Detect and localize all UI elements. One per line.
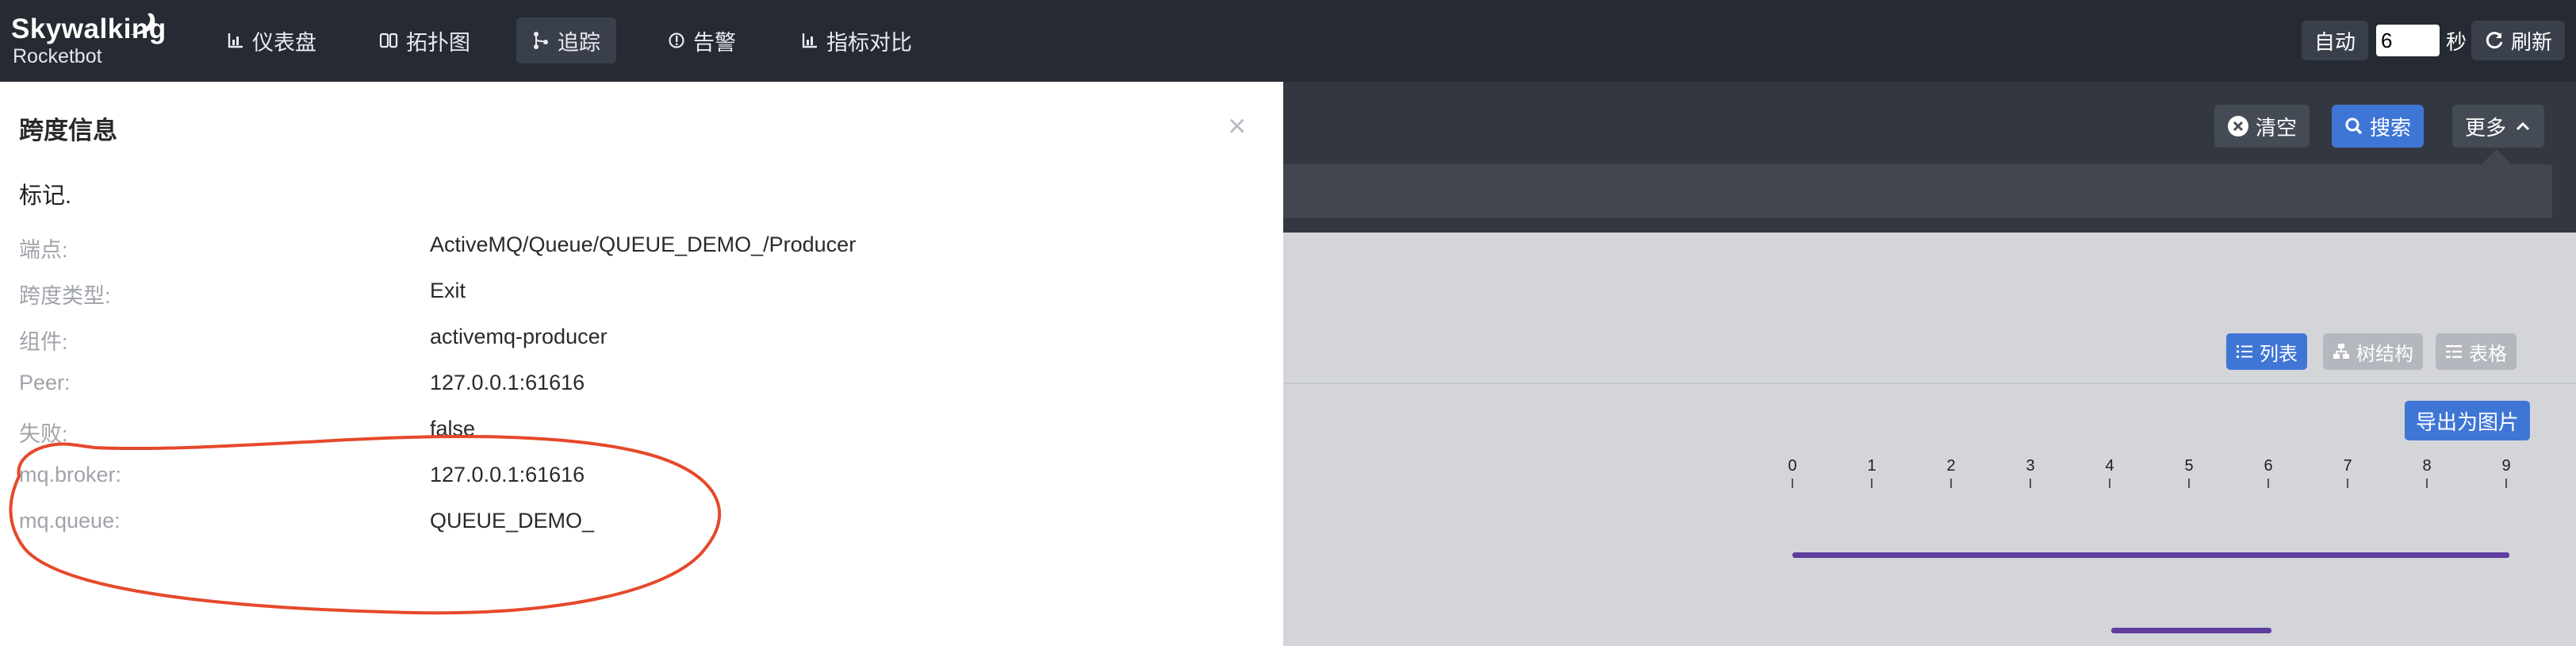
- clear-label: 清空: [2256, 115, 2298, 140]
- timeline-tick: 0: [1784, 457, 1800, 488]
- view-divider: [1283, 383, 2576, 384]
- search-label: 搜索: [2370, 115, 2412, 140]
- nav-metric-compare[interactable]: 指标对比: [785, 17, 928, 63]
- row-key: 失败:: [19, 422, 68, 446]
- interval-unit: 秒: [2446, 29, 2467, 54]
- more-label: 更多: [2465, 115, 2507, 140]
- auto-refresh-group: 自动 秒 刷新: [2302, 21, 2566, 60]
- row-key: 跨度类型:: [19, 284, 111, 308]
- list-icon: [2237, 345, 2252, 358]
- row-key: Peer:: [19, 371, 71, 394]
- nav-label: 仪表盘: [252, 30, 316, 55]
- row-value: ActiveMQ/Queue/QUEUE_DEMO_/Producer: [430, 233, 857, 256]
- brand-subtitle: Rocketbot: [13, 45, 102, 67]
- refresh-icon: [2486, 32, 2503, 49]
- logo-swirl-icon: [130, 13, 155, 35]
- alert-icon: [669, 33, 684, 48]
- row-key: mq.broker:: [19, 463, 122, 486]
- table-icon: [2446, 345, 2462, 358]
- timeline-tick: 8: [2419, 457, 2435, 488]
- table-label: 表格: [2469, 343, 2507, 365]
- row-value: false: [430, 417, 476, 440]
- nav-label: 拓扑图: [406, 30, 470, 55]
- chevron-up-icon: [2516, 121, 2530, 131]
- timeline-tick: 2: [1943, 457, 1959, 488]
- span-row-mq-queue: mq.queue: QUEUE_DEMO_: [0, 509, 1283, 540]
- span-row-peer: Peer: 127.0.0.1:61616: [0, 371, 1283, 402]
- row-value: 127.0.0.1:61616: [430, 371, 585, 394]
- span-detail-panel: 跨度信息 × 标记. 端点: ActiveMQ/Queue/QUEUE_DEMO…: [0, 82, 1283, 646]
- close-circle-icon: [2228, 116, 2248, 137]
- timeline-ruler: 0 1 2 3 4 5 6 7 8 9: [1777, 457, 2522, 489]
- search-icon: [2345, 117, 2363, 135]
- nav-label: 指标对比: [826, 30, 912, 55]
- timeline-tick: 4: [2102, 457, 2118, 488]
- timeline-tick: 6: [2260, 457, 2276, 488]
- refresh-interval-input[interactable]: [2376, 25, 2440, 56]
- more-button[interactable]: 更多: [2452, 105, 2545, 148]
- nav-alarm[interactable]: 告警: [652, 17, 752, 63]
- row-key: 组件:: [19, 330, 68, 354]
- view-tree-button[interactable]: 树结构: [2323, 333, 2423, 370]
- timeline-tick: 7: [2340, 457, 2356, 488]
- list-label: 列表: [2260, 343, 2298, 365]
- nav-label: 追踪: [558, 30, 600, 55]
- row-key: 端点:: [19, 238, 68, 262]
- nav-dashboard[interactable]: 仪表盘: [211, 17, 332, 63]
- nav-topology[interactable]: 拓扑图: [363, 17, 486, 63]
- tree-label: 树结构: [2356, 343, 2413, 365]
- timeline-tick: 3: [2022, 457, 2038, 488]
- nav-trace[interactable]: 追踪: [516, 17, 616, 63]
- chart-icon: [228, 33, 243, 48]
- trace-span-bar[interactable]: [2111, 628, 2271, 633]
- navbar: Skywalking Rocketbot 仪表盘 拓扑图 追踪 告警 指标对比 …: [0, 0, 2576, 82]
- search-button[interactable]: 搜索: [2332, 105, 2425, 148]
- timeline-tick: 5: [2181, 457, 2197, 488]
- span-row-span-type: 跨度类型: Exit: [0, 279, 1283, 310]
- topology-icon: [379, 33, 398, 48]
- timeline-tick: 1: [1864, 457, 1880, 488]
- span-row-component: 组件: activemq-producer: [0, 325, 1283, 356]
- nav-label: 告警: [693, 30, 736, 55]
- span-row-mq-broker: mq.broker: 127.0.0.1:61616: [0, 463, 1283, 494]
- timeline-tick: 9: [2498, 457, 2514, 488]
- chart-icon: [802, 33, 817, 48]
- row-value: QUEUE_DEMO_: [430, 509, 595, 533]
- close-icon[interactable]: ×: [1228, 110, 1246, 142]
- trace-icon: [534, 32, 548, 49]
- panel-title: 跨度信息: [19, 117, 117, 144]
- row-value: 127.0.0.1:61616: [430, 463, 585, 486]
- refresh-label: 刷新: [2511, 29, 2553, 54]
- view-list-button[interactable]: 列表: [2226, 333, 2307, 370]
- tags-heading: 标记.: [19, 183, 72, 209]
- clear-button[interactable]: 清空: [2214, 105, 2310, 148]
- row-key: mq.queue:: [19, 509, 121, 533]
- refresh-button[interactable]: 刷新: [2471, 21, 2566, 60]
- span-row-error: 失败: false: [0, 417, 1283, 448]
- row-value: activemq-producer: [430, 325, 608, 348]
- trace-span-bar[interactable]: [1792, 552, 2509, 558]
- logo[interactable]: Skywalking Rocketbot: [11, 13, 167, 68]
- tree-icon: [2333, 344, 2349, 359]
- view-table-button[interactable]: 表格: [2436, 333, 2517, 370]
- more-popover-arrow: [2481, 149, 2513, 165]
- auto-refresh-toggle[interactable]: 自动: [2302, 21, 2369, 60]
- export-image-button[interactable]: 导出为图片: [2405, 401, 2530, 440]
- span-row-endpoint: 端点: ActiveMQ/Queue/QUEUE_DEMO_/Producer: [0, 233, 1283, 264]
- row-value: Exit: [430, 279, 466, 302]
